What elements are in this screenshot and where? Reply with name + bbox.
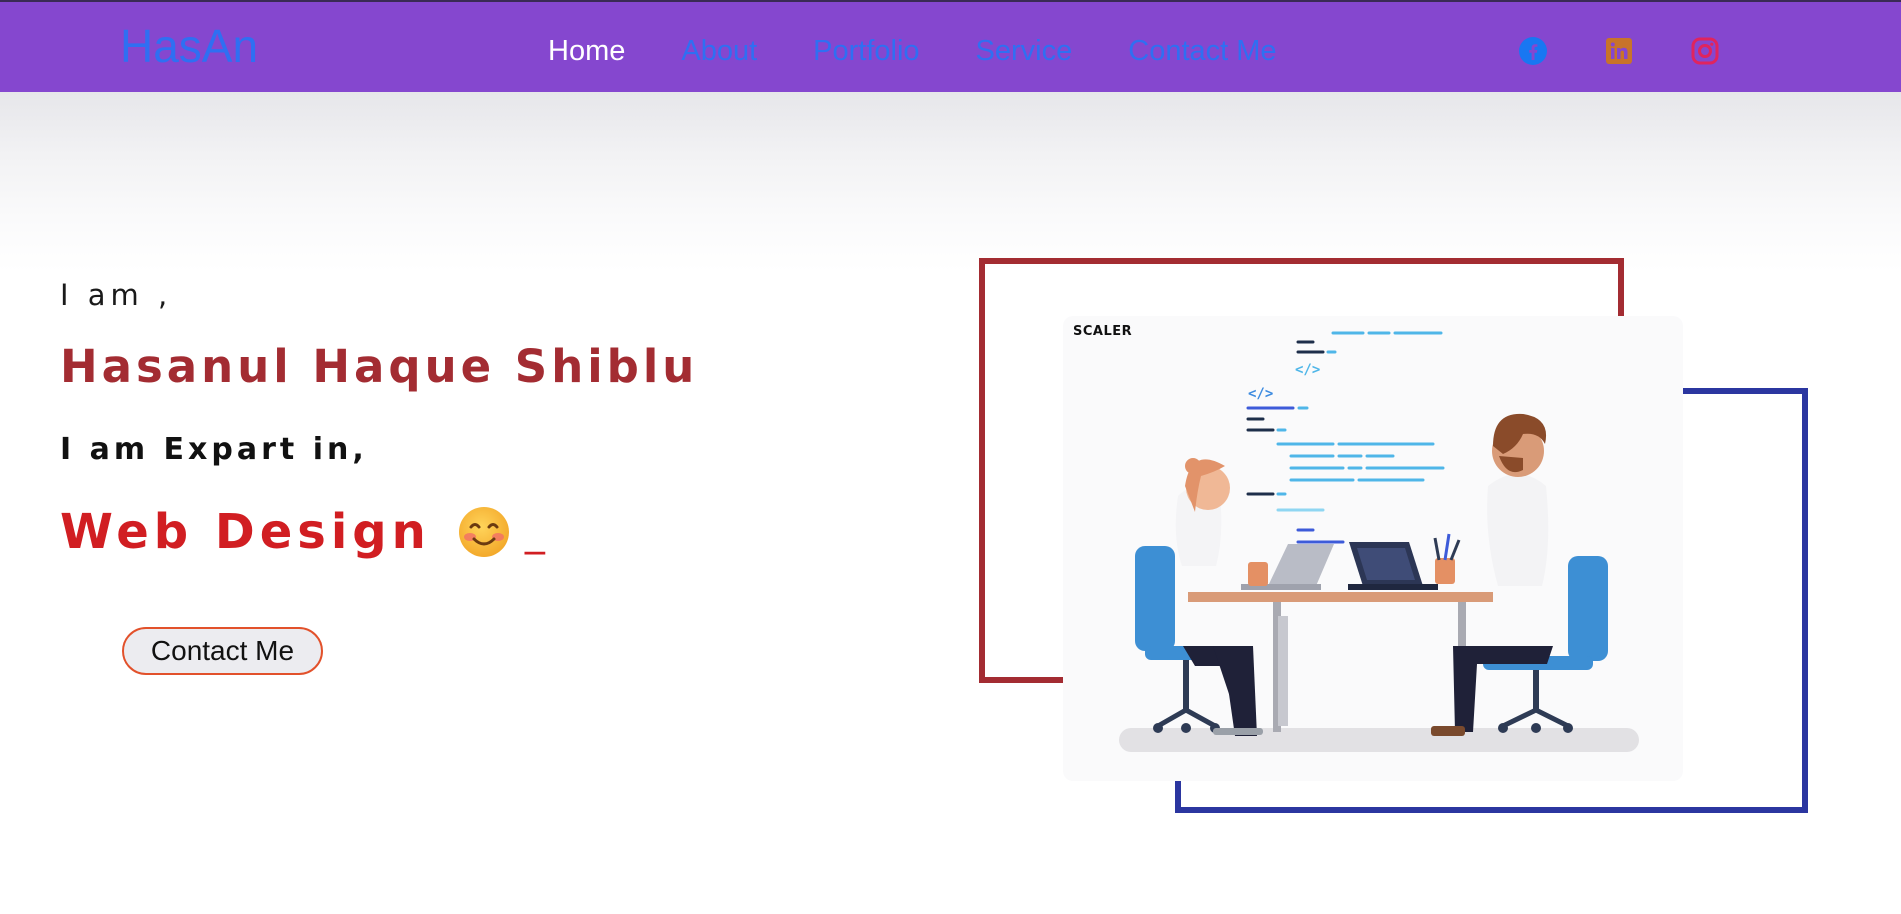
developers-at-desk-image: </> </>: [1119, 331, 1639, 752]
contact-me-button[interactable]: Contact Me: [122, 627, 323, 675]
instagram-icon[interactable]: [1688, 34, 1722, 68]
nav-service-link[interactable]: Service: [976, 32, 1073, 70]
greeting-text: I am ,: [60, 278, 173, 312]
hero-illustration: SCALER </> </>: [1063, 316, 1683, 781]
expertise-label: I am Expart in,: [60, 432, 368, 467]
person-name: Hasanul Haque Shiblu: [60, 340, 699, 393]
skill-text: Web Design: [60, 504, 431, 560]
nav-portfolio-link[interactable]: Portfolio: [813, 32, 919, 70]
skill-typewriter: Web Design _: [60, 504, 550, 560]
typing-cursor: _: [524, 509, 550, 555]
nav-about-link[interactable]: About: [681, 32, 757, 70]
site-logo[interactable]: HasAn: [120, 20, 258, 72]
nav-contact-link[interactable]: Contact Me: [1128, 32, 1276, 70]
code-tag-2: </>: [1248, 386, 1273, 402]
nav-home-link[interactable]: Home: [548, 32, 625, 70]
linkedin-icon[interactable]: [1602, 34, 1636, 68]
code-tag-1: </>: [1295, 362, 1320, 378]
main-nav: Home About Portfolio Service Contact Me: [548, 32, 1333, 70]
navbar-shadow: [0, 92, 1901, 272]
facebook-icon[interactable]: [1516, 34, 1550, 68]
smiling-face-emoji-icon: [458, 507, 509, 557]
